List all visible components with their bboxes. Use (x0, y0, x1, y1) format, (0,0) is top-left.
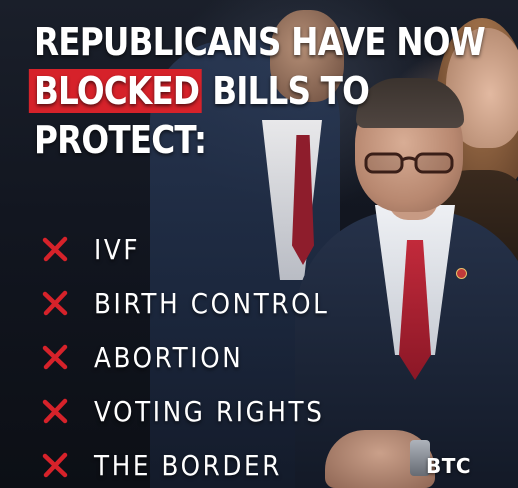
red-x-icon (40, 450, 70, 480)
list-item: IVF (40, 222, 362, 276)
btc-logo: BTC (426, 454, 472, 478)
list-item-label: ABORTION (94, 340, 244, 374)
list-item: VOTING RIGHTS (40, 384, 362, 438)
red-x-icon (40, 288, 70, 318)
lapel-pin (456, 268, 467, 279)
headline-line-1: REPUBLICANS HAVE NOW (34, 20, 486, 64)
list-item-label: IVF (94, 232, 141, 266)
poster: REPUBLICANS HAVE NOW BLOCKED BILLS TO PR… (0, 0, 518, 488)
list-item: THE BORDER (40, 438, 362, 488)
list-item-label: VOTING RIGHTS (94, 394, 325, 428)
list-item-label: BIRTH CONTROL (94, 286, 330, 320)
headline-line-3: PROTECT: (34, 118, 207, 162)
red-x-icon (40, 234, 70, 264)
headline-highlight: BLOCKED (28, 69, 202, 113)
list-item: BIRTH CONTROL (40, 276, 362, 330)
red-x-icon (40, 342, 70, 372)
headline-line-2-rest: BILLS TO (201, 69, 370, 113)
headline-line-2: BLOCKED BILLS TO (28, 67, 485, 116)
headline: REPUBLICANS HAVE NOW BLOCKED BILLS TO PR… (28, 18, 486, 165)
red-x-icon (40, 396, 70, 426)
list-item: ABORTION (40, 330, 362, 384)
blocked-bills-list: IVF BIRTH CONTROL ABORTION VOTING RIGHTS… (40, 222, 362, 488)
list-item-label: THE BORDER (94, 448, 283, 482)
